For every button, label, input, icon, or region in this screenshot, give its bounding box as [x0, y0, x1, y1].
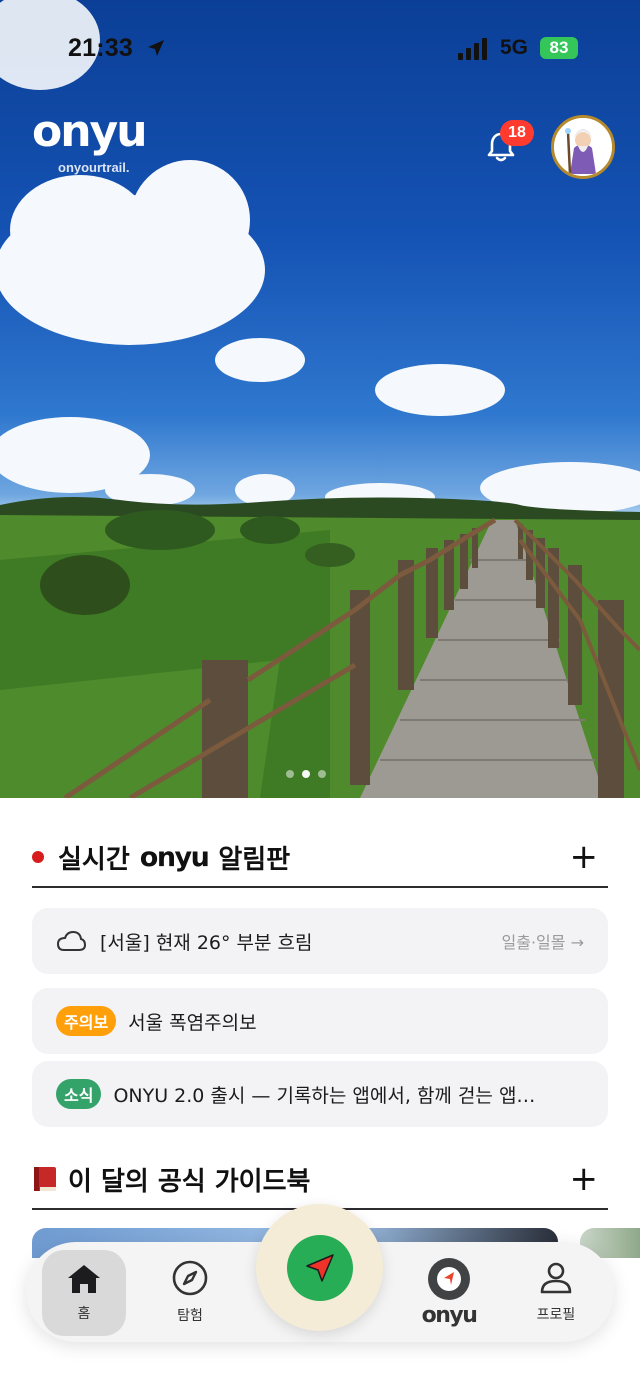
alert-card[interactable]: 주의보 서울 폭염주의보	[32, 988, 608, 1054]
guidebook-header: 이 달의 공식 가이드북 +	[32, 1150, 608, 1210]
tab-onyu[interactable]: onyu	[406, 1242, 492, 1342]
book-icon	[34, 1167, 56, 1191]
carousel-dot[interactable]	[318, 770, 326, 778]
guidebook-add-button[interactable]: +	[570, 1162, 599, 1196]
compass-icon	[172, 1260, 208, 1296]
tab-profile[interactable]: 프로필	[514, 1242, 598, 1342]
live-board-title-suffix: 알림판	[218, 844, 291, 875]
logo-tagline: onyourtrail.	[58, 160, 130, 175]
carousel-dot-active[interactable]	[302, 770, 310, 778]
navigation-arrow-icon	[305, 1253, 334, 1282]
alert-tag: 주의보	[56, 1006, 117, 1036]
network-type: 5G	[500, 36, 529, 59]
tab-onyu-label: onyu	[421, 1302, 478, 1328]
live-board-title: 실시간 onyu 알림판	[32, 839, 290, 876]
start-trail-button[interactable]	[256, 1204, 383, 1331]
avatar[interactable]	[551, 115, 615, 179]
news-card[interactable]: 소식 ONYU 2.0 출시 — 기록하는 앱에서, 함께 걷는 앱…	[32, 1061, 608, 1127]
guidebook-title-text: 이 달의 공식 가이드북	[68, 1166, 311, 1197]
tab-explore[interactable]: 탐험	[148, 1242, 232, 1342]
logo-wordmark: onyu	[32, 106, 148, 157]
news-text: ONYU 2.0 출시 — 기록하는 앱에서, 함께 걷는 앱…	[113, 1084, 536, 1107]
tab-profile-label: 프로필	[536, 1307, 576, 1323]
home-icon	[68, 1265, 100, 1293]
sunrise-sunset-link[interactable]: 일출·일몰 →	[502, 929, 584, 953]
cloud-icon	[56, 930, 86, 951]
tab-home-label: 홈	[77, 1306, 91, 1322]
tab-explore-label: 탐험	[177, 1308, 203, 1324]
weather-text: [서울] 현재 26° 부분 흐림	[100, 931, 313, 954]
onyu-logo-icon	[428, 1257, 470, 1300]
battery-indicator: 83	[540, 37, 578, 59]
live-board-add-button[interactable]: +	[570, 840, 599, 874]
carousel-dot[interactable]	[286, 770, 294, 778]
live-board-title-brand: onyu	[139, 841, 210, 873]
status-time: 21:33	[68, 34, 133, 62]
live-board-header: 실시간 onyu 알림판 +	[32, 828, 608, 888]
hero-image[interactable]: 21:33 5G 83 onyu onyourtrail. 18	[0, 0, 640, 798]
weather-card[interactable]: [서울] 현재 26° 부분 흐림 일출·일몰 →	[32, 908, 608, 974]
start-trail-button-inner	[286, 1234, 353, 1301]
notification-badge: 18	[500, 120, 534, 146]
status-bar: 21:33 5G 83	[0, 0, 640, 100]
tab-home[interactable]: 홈	[42, 1250, 126, 1336]
wizard-avatar-icon	[554, 118, 612, 176]
person-icon	[540, 1262, 572, 1294]
live-dot-icon	[32, 851, 44, 863]
app-logo[interactable]: onyu onyourtrail.	[32, 106, 148, 176]
carousel-pagination[interactable]	[286, 770, 326, 778]
guidebook-title: 이 달의 공식 가이드북	[32, 1161, 310, 1198]
location-arrow-icon	[148, 40, 164, 56]
alert-text: 서울 폭염주의보	[128, 1011, 257, 1034]
news-tag: 소식	[56, 1079, 102, 1109]
signal-bars-icon	[458, 38, 487, 60]
live-board-title-prefix: 실시간	[58, 844, 130, 875]
